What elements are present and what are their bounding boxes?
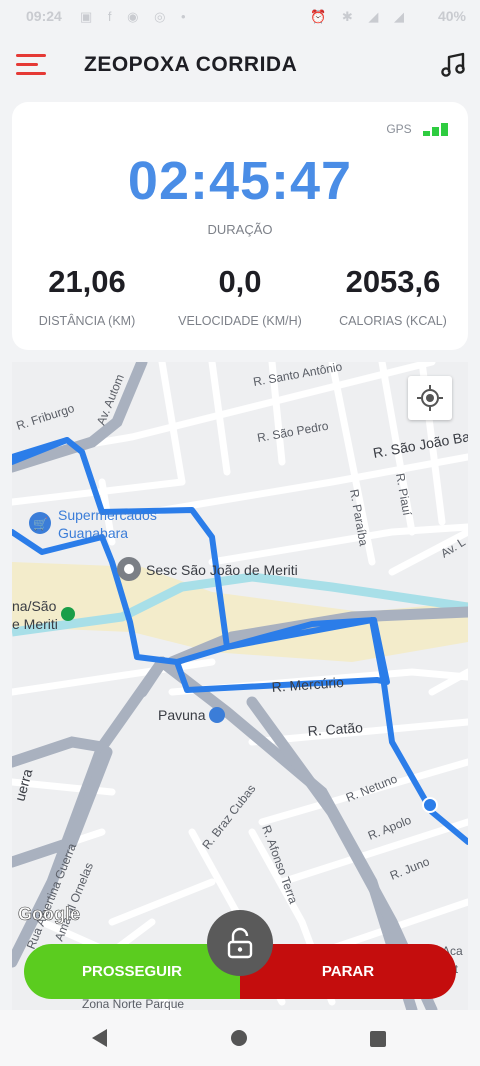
my-location-button[interactable] (408, 376, 452, 420)
status-time: 09:24 (26, 8, 62, 24)
poi-label: e Meriti (12, 616, 58, 632)
calories-value: 2053,6 (345, 264, 441, 299)
back-icon[interactable] (92, 1029, 107, 1047)
street-label: Av. L (438, 535, 468, 561)
station-icon (61, 607, 75, 621)
speed-value: 0,0 (218, 264, 262, 299)
lock-button[interactable] (207, 910, 273, 976)
street-label: R. São Pedro (256, 419, 330, 445)
street-label: R. Netuno (344, 771, 400, 804)
notification-icons: ▣ f ◉ ◎ • (80, 9, 192, 24)
status-bar: 09:24 ▣ f ◉ ◎ • ⏰ ✱ ◢ ◢ 40% (0, 0, 480, 34)
signal-icons: ⏰ ✱ ◢ ◢ (310, 9, 410, 24)
gps-signal-icon (421, 122, 448, 136)
current-position-marker (422, 797, 438, 813)
distance-stat: 21,06 DISTÂNCIA (KM) (12, 264, 162, 328)
place-pin-icon (117, 557, 141, 581)
street-label: R. Friburgo (15, 401, 77, 433)
menu-button[interactable] (16, 52, 48, 78)
stats-card: GPS 02:45:47 DURAÇÃO 21,06 DISTÂNCIA (KM… (12, 102, 468, 350)
speed-label: VELOCIDADE (KM/H) (178, 314, 302, 328)
distance-label: DISTÂNCIA (KM) (38, 314, 136, 328)
street-label: R. Braz Cubas (199, 782, 258, 852)
duration-value: 02:45:47 (127, 151, 353, 211)
gps-indicator: GPS (386, 122, 448, 136)
google-logo: Google (18, 904, 81, 925)
poi-label: Sesc São João de Meriti (146, 562, 298, 578)
street-label: R. Catão (307, 719, 363, 739)
crosshair-icon (417, 385, 443, 411)
battery-level: 40% (437, 8, 466, 24)
calories-stat: 2053,6 CALORIAS (KCAL) (318, 264, 468, 328)
street-label: R. São João Ba (372, 428, 468, 461)
street-label: R. Piauí (393, 472, 414, 517)
poi-label: Guanabara (58, 525, 128, 541)
street-label: R. Mercúrio (271, 674, 344, 695)
music-note-icon (441, 52, 465, 77)
street-label: R. Afonso Terra (259, 823, 300, 906)
unlock-icon (227, 927, 253, 959)
music-button[interactable] (438, 50, 468, 80)
calories-label: CALORIAS (KCAL) (339, 314, 447, 328)
app-title: ZEOPOXA CORRIDA (84, 53, 298, 76)
menu-icon (16, 54, 46, 57)
speed-stat: 0,0 VELOCIDADE (KM/H) (165, 264, 315, 328)
gps-label: GPS (386, 122, 412, 136)
street-label: R. Juno (388, 854, 432, 883)
poi-label: Pavuna (158, 707, 206, 723)
poi-label: Supermercados (58, 507, 157, 523)
supermarket-pin-icon: 🛒 (29, 512, 51, 534)
home-icon[interactable] (231, 1030, 247, 1046)
recents-icon[interactable] (370, 1031, 386, 1047)
train-station-icon (209, 707, 225, 723)
app-header: ZEOPOXA CORRIDA (0, 34, 480, 98)
svg-text:🛒: 🛒 (33, 517, 48, 531)
poi-label: na/São (12, 598, 57, 614)
duration-label: DURAÇÃO (207, 222, 273, 237)
system-nav-bar (0, 1010, 480, 1066)
distance-value: 21,06 (48, 264, 126, 299)
